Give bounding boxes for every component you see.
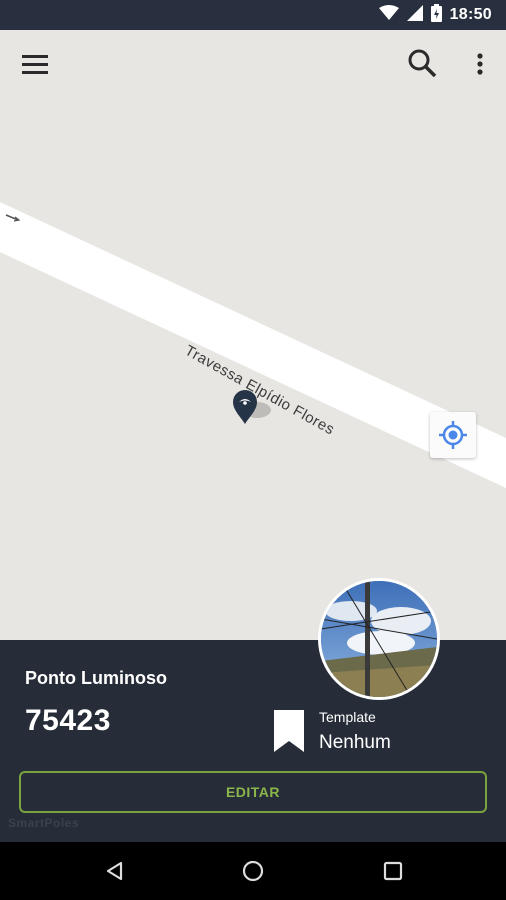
search-icon[interactable] (402, 43, 442, 83)
back-icon[interactable] (99, 856, 129, 886)
panel-title: Ponto Luminoso (25, 668, 167, 688)
navigation-bar (0, 842, 506, 900)
point-number: 75423 (25, 704, 111, 737)
template-label: Template (319, 709, 376, 725)
my-location-button[interactable] (430, 412, 476, 458)
road (0, 202, 506, 488)
wifi-icon (378, 4, 399, 26)
map-view[interactable] (0, 30, 506, 640)
template-value: Nenhum (319, 732, 391, 753)
crosshair-icon (439, 421, 467, 449)
menu-icon[interactable] (15, 44, 55, 84)
home-icon[interactable] (238, 856, 268, 886)
recents-icon[interactable] (378, 856, 408, 886)
photo-thumbnail[interactable] (318, 578, 440, 700)
more-vert-icon[interactable] (460, 44, 500, 84)
bookmark-icon (272, 710, 306, 752)
status-time: 18:50 (449, 6, 492, 23)
app-bar (0, 30, 506, 98)
map-marker-icon[interactable] (231, 388, 271, 428)
edit-button[interactable]: EDITAR (19, 771, 487, 813)
battery-icon (430, 3, 442, 27)
signal-icon (406, 4, 423, 26)
watermark-logo: SmartPoles (8, 816, 80, 830)
status-bar: 18:50 (0, 0, 506, 30)
